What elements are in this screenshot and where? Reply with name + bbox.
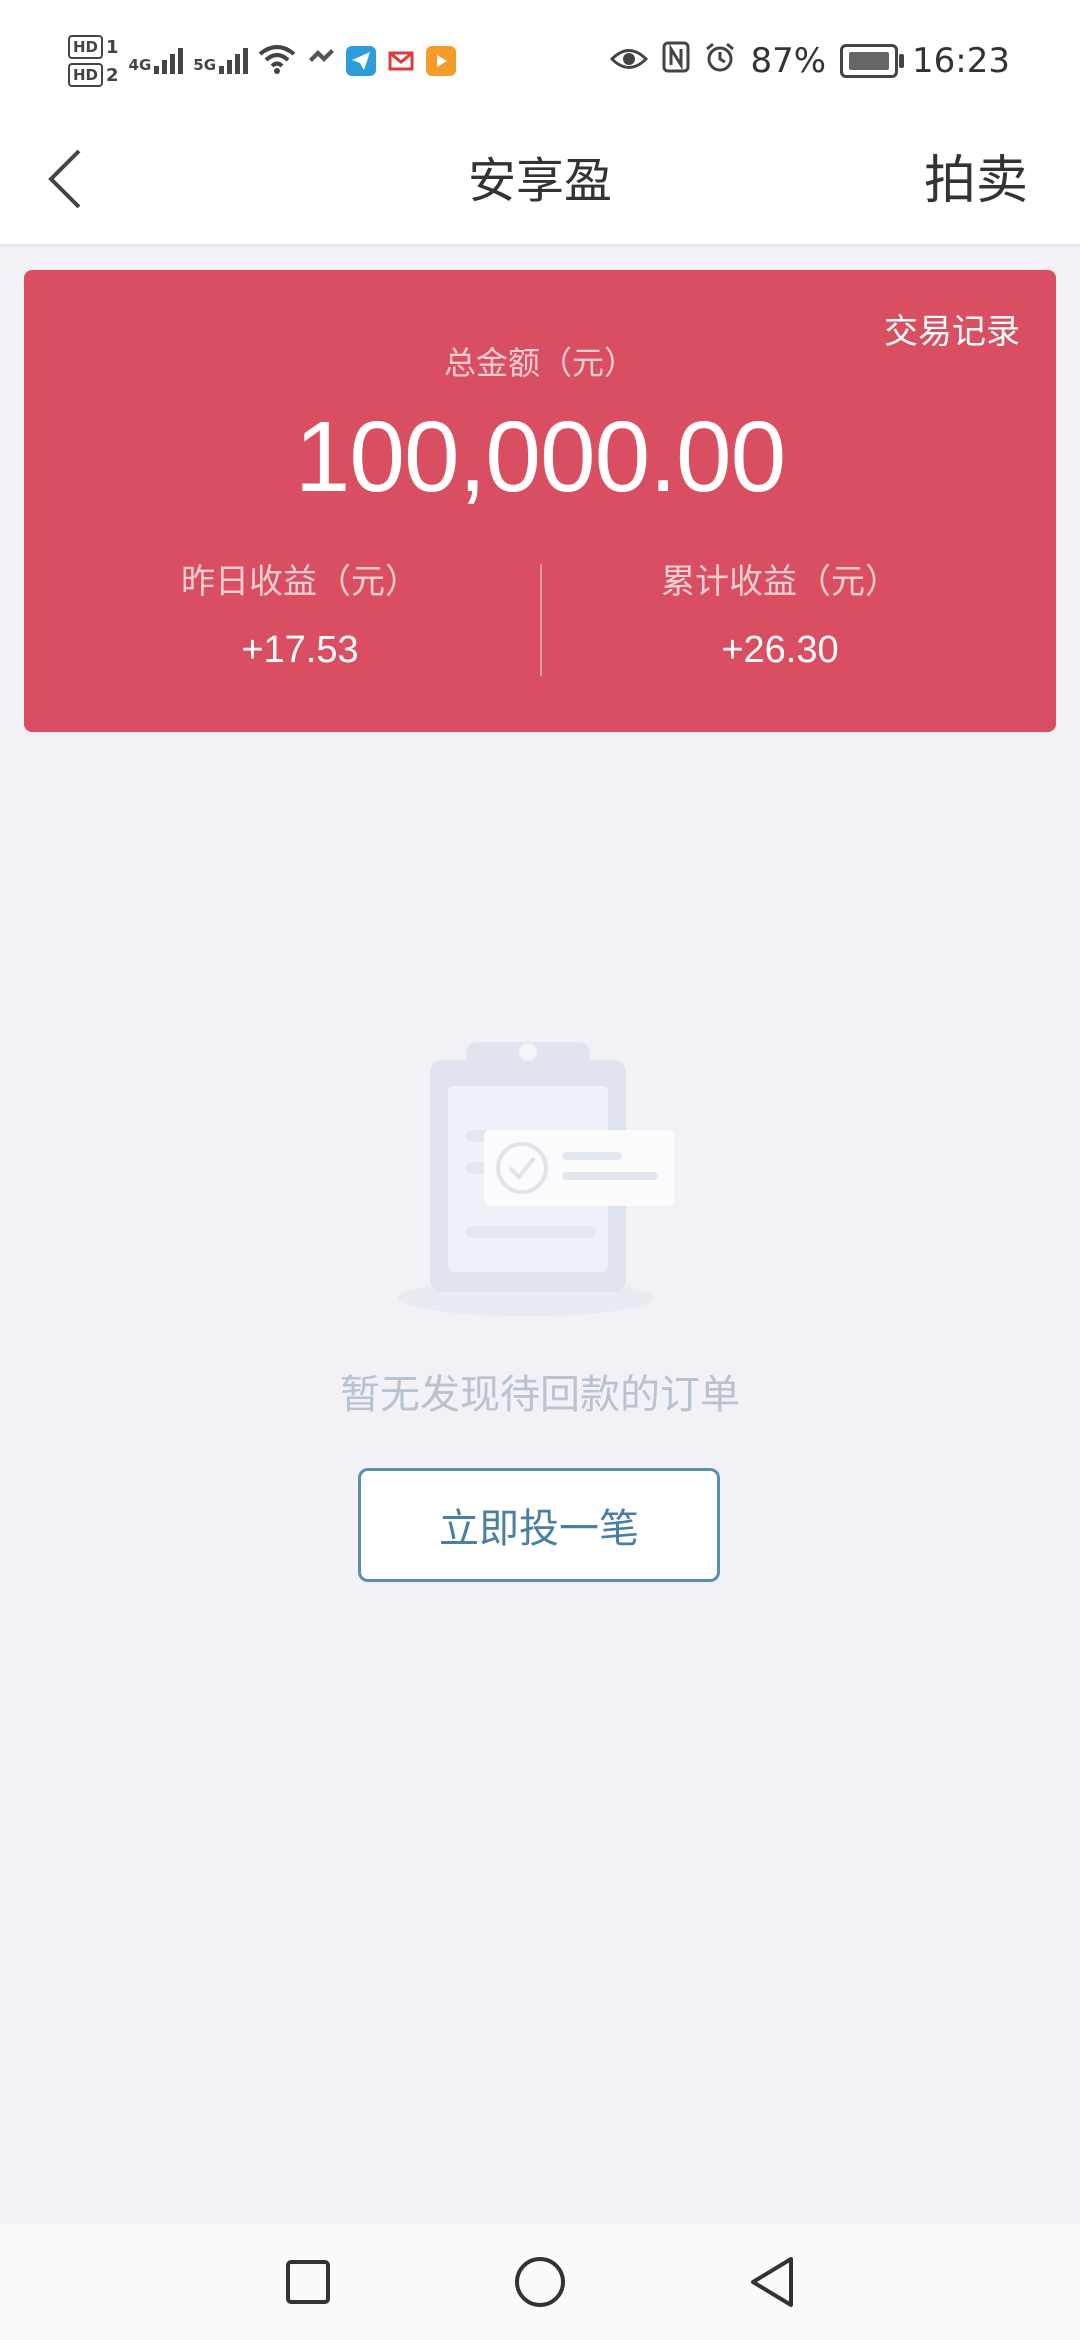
network-4g: 4G bbox=[129, 48, 184, 74]
cumulative-earnings: 累计收益（元） +26.30 bbox=[540, 554, 1020, 672]
status-left: HD 1 HD 2 4G 5G bbox=[68, 26, 457, 96]
recent-apps-icon[interactable] bbox=[278, 2252, 338, 2312]
header-bar: 安享盈 拍卖 bbox=[0, 118, 1080, 246]
yesterday-earnings-value: +17.53 bbox=[241, 629, 359, 671]
nfc-icon bbox=[662, 41, 690, 82]
system-nav-bar bbox=[0, 2224, 1080, 2340]
sim1-indicator: HD 1 bbox=[68, 35, 119, 59]
signal-icon bbox=[219, 48, 249, 74]
status-bar: HD 1 HD 2 4G 5G 87% 16:23 bbox=[0, 0, 1080, 118]
total-amount-value: 100,000.00 bbox=[294, 401, 787, 513]
empty-message: 暂无发现待回款的订单 bbox=[340, 1372, 740, 1418]
paper-plane-icon bbox=[346, 46, 377, 76]
cumulative-earnings-label: 累计收益（元） bbox=[661, 562, 899, 602]
status-time: 16:23 bbox=[912, 41, 1010, 81]
wifi-icon bbox=[258, 44, 296, 78]
yesterday-earnings: 昨日收益（元） +17.53 bbox=[60, 554, 540, 672]
clipboard-check-icon bbox=[396, 1030, 686, 1330]
network-5g: 5G bbox=[193, 48, 249, 74]
eye-icon bbox=[610, 41, 649, 81]
battery-percent: 87% bbox=[750, 41, 827, 81]
yesterday-earnings-label: 昨日收益（元） bbox=[181, 562, 419, 602]
alarm-icon bbox=[704, 41, 736, 82]
auction-button[interactable]: 拍卖 bbox=[924, 118, 1028, 244]
back-icon[interactable] bbox=[742, 2252, 802, 2312]
back-button[interactable] bbox=[30, 144, 100, 214]
asset-summary-card: 交易记录 总金额（元） 100,000.00 昨日收益（元） +17.53 累计… bbox=[24, 270, 1056, 732]
invest-now-button[interactable]: 立即投一笔 bbox=[358, 1468, 720, 1582]
battery-icon bbox=[840, 44, 905, 78]
home-icon[interactable] bbox=[510, 2252, 570, 2312]
page-title: 安享盈 bbox=[467, 153, 612, 209]
video-app-icon bbox=[426, 46, 457, 76]
chevron-left-icon bbox=[48, 149, 81, 209]
cumulative-earnings-value: +26.30 bbox=[721, 629, 839, 671]
sim2-indicator: HD 2 bbox=[68, 63, 119, 87]
sim-indicators: HD 1 HD 2 bbox=[68, 35, 119, 87]
heart-app-icon bbox=[306, 46, 336, 76]
status-right: 87% 16:23 bbox=[610, 36, 1010, 86]
signal-icon bbox=[154, 48, 184, 74]
total-amount-label: 总金额（元） bbox=[443, 344, 636, 382]
mail-app-icon bbox=[386, 46, 416, 76]
